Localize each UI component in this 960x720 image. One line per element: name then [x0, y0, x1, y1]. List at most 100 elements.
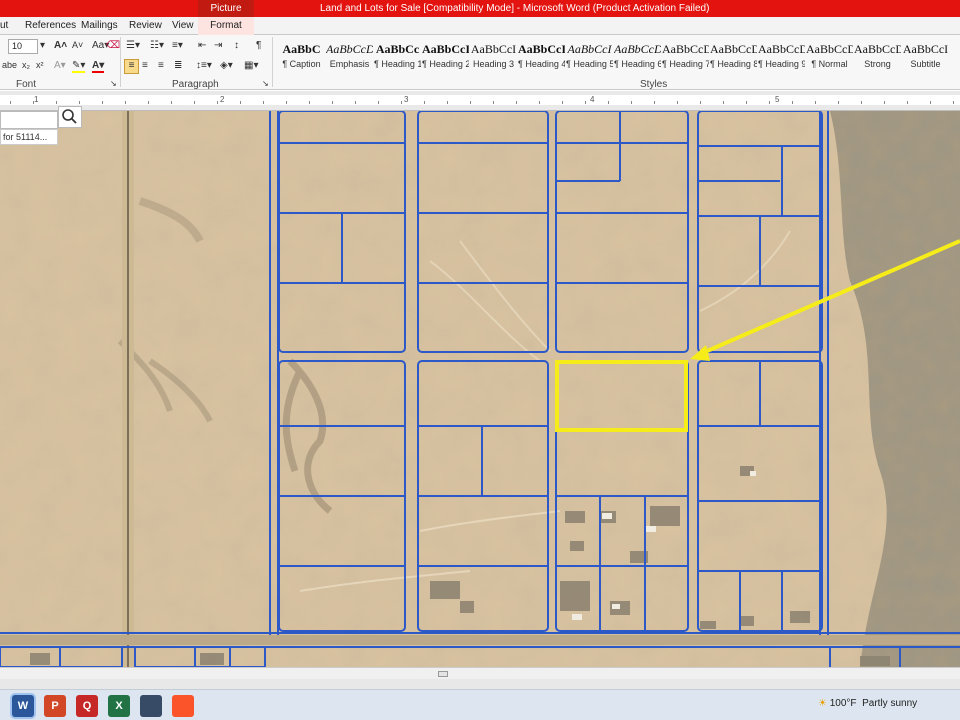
subscript-icon[interactable]: x₂ [22, 60, 30, 70]
ruler-tick [401, 101, 402, 104]
ruler-number: 2 [220, 95, 225, 104]
style-name: Strong [864, 59, 891, 69]
superscript-icon[interactable]: x² [36, 60, 44, 70]
style-name: ¶ Normal [811, 59, 848, 69]
picture-tools-context-label: Picture Tools [198, 0, 254, 31]
ruler-tick [79, 101, 80, 104]
multilevel-list-icon[interactable]: ≡▾ [172, 40, 183, 51]
borders-icon[interactable]: ▦▾ [244, 60, 258, 71]
map-search-button[interactable] [58, 106, 82, 128]
increase-indent-icon[interactable]: ⇥ [214, 40, 222, 51]
tab-references[interactable]: References [25, 20, 76, 31]
style-gallery-item[interactable]: AaBbCcDc ¶ Normal [806, 39, 853, 75]
style-gallery-item[interactable]: AaBbCc ¶ Heading 1 [374, 39, 421, 75]
quicken-icon[interactable]: Q [76, 695, 98, 717]
weather-widget[interactable]: ☀ 100°F Partly sunny [818, 698, 917, 709]
align-right-icon[interactable]: ≡ [158, 60, 164, 71]
style-preview: AaBbCcI [470, 42, 517, 56]
horizontal-scrollbar[interactable] [0, 667, 960, 679]
style-gallery-item[interactable]: AaBbCcI ¶ Heading 2 [422, 39, 469, 75]
style-gallery-item[interactable]: AaBbCcDc ¶ Heading 7 [662, 39, 709, 75]
style-preview: AaBbCcDc [758, 42, 805, 56]
car-icon[interactable] [140, 695, 162, 717]
ruler-tick [470, 101, 471, 104]
highlight-icon[interactable]: ✎▾ [72, 60, 86, 73]
horizontal-ruler[interactable]: 1 2 3 4 5 [0, 91, 960, 111]
tab-review[interactable]: Review [129, 20, 162, 31]
style-gallery-item[interactable]: AaBbCcI Heading 3 [470, 39, 517, 75]
style-gallery-item[interactable]: AaBbCcDc ¶ Heading 8 [710, 39, 757, 75]
excel-icon[interactable]: X [108, 695, 130, 717]
numbering-icon[interactable]: ☷▾ [150, 40, 164, 51]
style-name: ¶ Heading 5 [566, 59, 613, 69]
styles-group-label: Styles [640, 79, 668, 90]
ruler-tick [194, 101, 195, 104]
style-gallery-item[interactable]: AaBbCcDc ¶ Heading 6 [614, 39, 661, 75]
style-preview: AaBbCcDc [662, 42, 709, 56]
search-result-item[interactable]: for 51114... [0, 129, 58, 145]
word-icon[interactable]: W [12, 695, 34, 717]
font-size-dropdown-icon[interactable]: ▾ [40, 40, 45, 51]
strikethrough-icon[interactable]: abe [2, 60, 17, 70]
ruler-tick [263, 101, 264, 104]
style-gallery-item[interactable]: AaBbCcDd Strong [854, 39, 901, 75]
ruler-number: 3 [404, 95, 409, 104]
style-gallery-item[interactable]: AaBbCcI Subtitle [902, 39, 949, 75]
ruler-tick [792, 101, 793, 104]
grow-font-icon[interactable]: A˄ [54, 40, 67, 51]
bullets-icon[interactable]: ☰▾ [126, 40, 140, 51]
scrollbar-grip[interactable] [438, 671, 448, 677]
font-color-icon[interactable]: A▾ [92, 60, 105, 73]
ruler-tick [815, 101, 816, 104]
shrink-font-icon[interactable]: A˅ [72, 40, 83, 50]
style-gallery-item[interactable]: AaBbCcDc ¶ Heading 9 [758, 39, 805, 75]
text-effects-icon[interactable]: A▾ [54, 60, 66, 71]
ruler-tick [631, 101, 632, 104]
style-name: ¶ Heading 2 [422, 59, 469, 69]
ruler-tick [930, 101, 931, 104]
show-marks-icon[interactable]: ¶ [256, 40, 261, 51]
style-preview: AaBbCcDc [614, 42, 661, 56]
tab-mailings[interactable]: Mailings [81, 20, 118, 31]
ruler-tick [654, 101, 655, 104]
brave-icon[interactable] [172, 695, 194, 717]
ruler-tick [723, 101, 724, 104]
map-search-input[interactable] [0, 111, 58, 129]
window-title: Land and Lots for Sale [Compatibility Mo… [320, 3, 710, 14]
paragraph-dialog-launcher-icon[interactable]: ↘ [262, 79, 269, 88]
ruler-tick [148, 101, 149, 104]
style-name: Heading 3 [472, 59, 515, 69]
font-dialog-launcher-icon[interactable]: ↘ [110, 79, 117, 88]
paragraph-group-label: Paragraph [172, 79, 219, 90]
tab-layout[interactable]: ut [0, 20, 8, 31]
style-name: ¶ Heading 4 [518, 59, 565, 69]
justify-icon[interactable]: ≣ [174, 60, 182, 71]
shading-icon[interactable]: ◈▾ [220, 60, 233, 71]
decrease-indent-icon[interactable]: ⇤ [198, 40, 206, 51]
style-name: Subtitle [910, 59, 941, 69]
clear-format-icon[interactable]: ⌫ [106, 40, 120, 51]
style-gallery-item[interactable]: AaBbCcI ¶ Heading 5 [566, 39, 613, 75]
title-bar: Picture Tools Land and Lots for Sale [Co… [0, 0, 960, 31]
align-center-icon[interactable]: ≡ [142, 60, 148, 71]
sort-icon[interactable]: ↕ [234, 40, 239, 51]
style-gallery-item[interactable]: AaBbC ¶ Caption [278, 39, 325, 75]
parcel-map-image[interactable] [0, 111, 960, 667]
tab-view[interactable]: View [172, 20, 194, 31]
font-size-box[interactable]: 10 [8, 39, 38, 54]
ground-texture [0, 111, 960, 667]
tab-format[interactable]: Format [198, 17, 254, 35]
powerpoint-icon[interactable]: P [44, 695, 66, 717]
weather-description: Partly sunny [862, 698, 918, 709]
ribbon-divider [272, 37, 273, 87]
line-spacing-icon[interactable]: ↕≡▾ [196, 60, 212, 71]
style-gallery-item[interactable]: AaBbCcI ¶ Heading 4 [518, 39, 565, 75]
style-preview: AaBbCcI [518, 42, 565, 56]
align-left-icon[interactable]: ≡ [124, 59, 139, 74]
ruler-tick [608, 101, 609, 104]
ruler-tick [56, 101, 57, 104]
style-gallery-item[interactable]: AaBbCcDc Emphasis [326, 39, 373, 75]
ruler-tick [286, 101, 287, 104]
ruler-tick [838, 101, 839, 104]
ruler-tick [33, 101, 34, 104]
